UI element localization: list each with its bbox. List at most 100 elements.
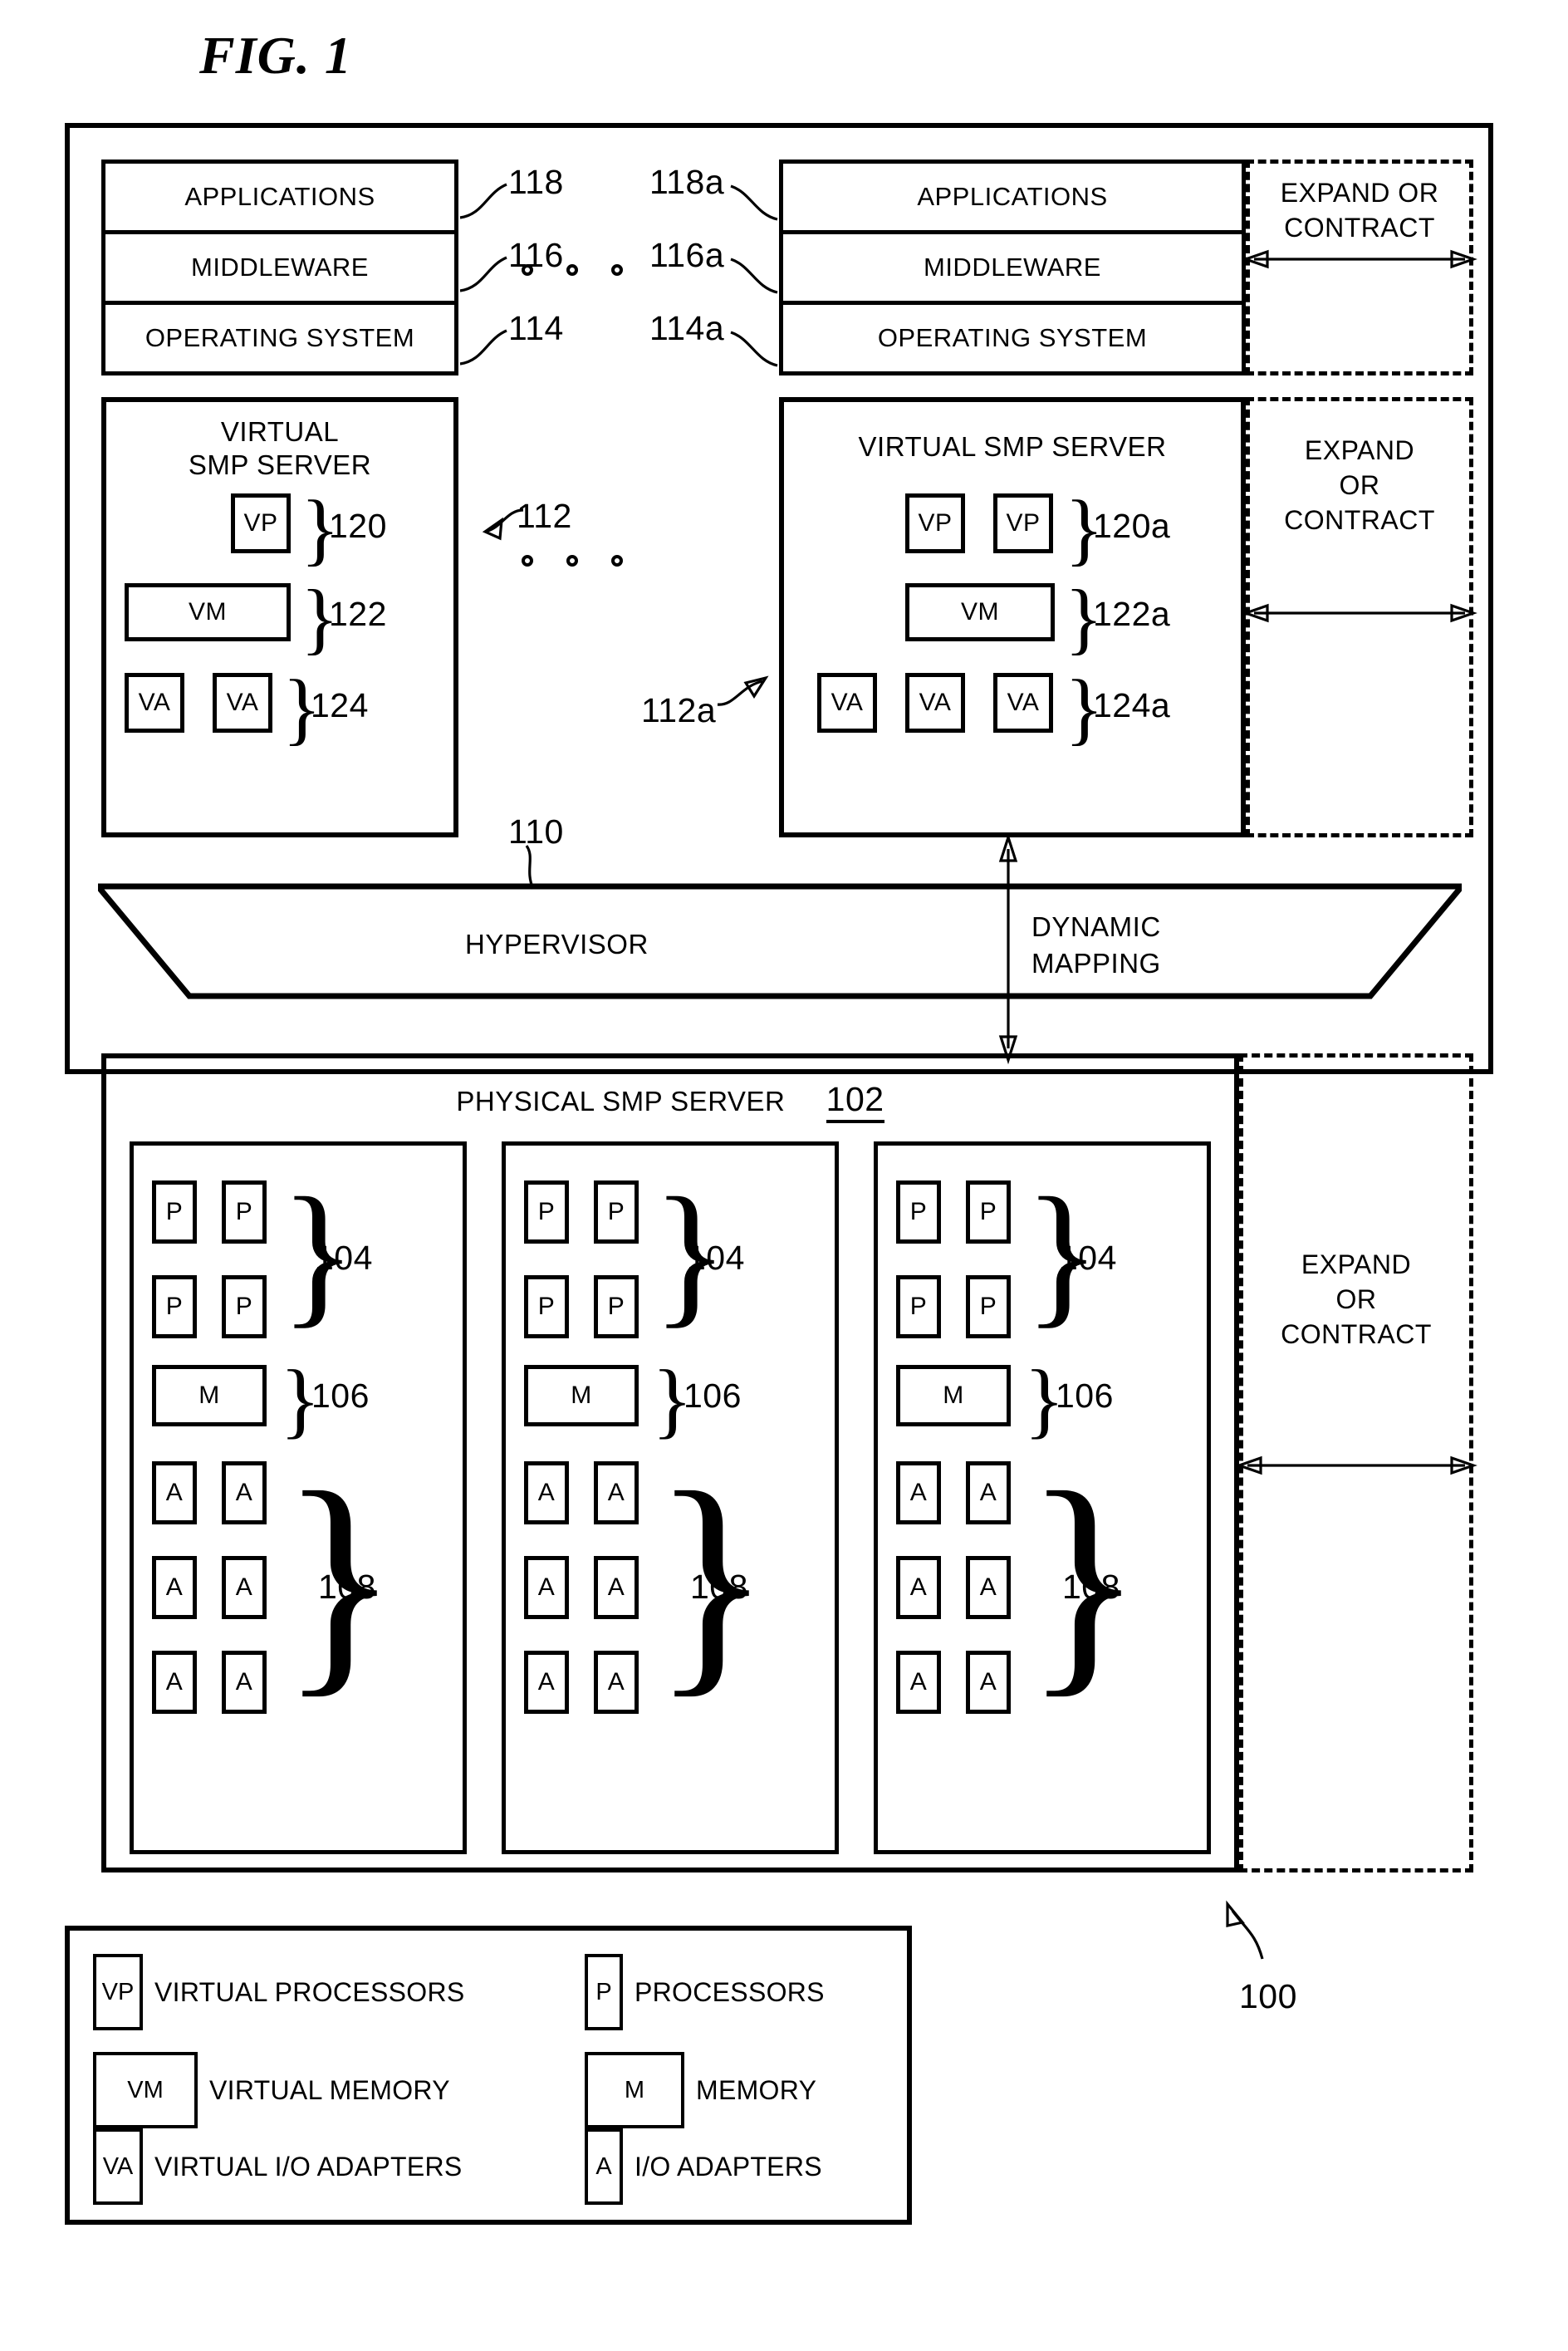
ref-118a: 118a <box>649 163 725 201</box>
figure-title: FIG. 1 <box>199 26 352 85</box>
dynamic-mapping-line2: MAPPING <box>1031 948 1161 979</box>
virtual-memory-chip: VM <box>905 583 1055 641</box>
adapter-chip: A <box>966 1461 1011 1524</box>
ellipsis-dots-virtual <box>522 555 623 567</box>
virtual-server-title-line2: SMP SERVER <box>188 449 372 480</box>
adapter-chip: A <box>152 1556 197 1619</box>
adapter-chip: A <box>594 1651 639 1714</box>
adapter-chip: A <box>524 1651 569 1714</box>
legend-entry: VP VIRTUAL PROCESSORS <box>93 1954 465 2030</box>
legend-box: VP VIRTUAL PROCESSORS P PROCESSORS VM VI… <box>65 1926 912 2225</box>
legend-symbol-vp: VP <box>93 1954 143 2030</box>
physical-server-title: PHYSICAL SMP SERVER <box>456 1086 786 1117</box>
processor-chip: P <box>966 1275 1011 1338</box>
leader-100 <box>1226 1900 1264 1960</box>
stack-row-middleware: MIDDLEWARE <box>105 234 454 305</box>
adapter-chip: A <box>152 1651 197 1714</box>
ref-110: 110 <box>508 812 564 851</box>
legend-label-processors: PROCESSORS <box>635 1976 825 2007</box>
legend-label-virtual-processors: VIRTUAL PROCESSORS <box>154 1976 465 2007</box>
processor-chip: P <box>222 1275 267 1338</box>
expand-contract-v-line1: EXPAND <box>1304 435 1415 465</box>
adapter-chip: A <box>896 1651 941 1714</box>
legend-symbol-m: M <box>585 2052 684 2128</box>
legend-entry: A I/O ADAPTERS <box>585 2128 822 2205</box>
ref-104: 104 <box>315 1239 373 1277</box>
expand-contract-panel-physical: EXPAND OR CONTRACT <box>1239 1053 1473 1872</box>
adapter-chip: A <box>896 1461 941 1524</box>
processor-chip: P <box>896 1275 941 1338</box>
virtual-processor-chip: VP <box>993 493 1053 553</box>
virtual-adapter-chip: VA <box>993 673 1053 733</box>
ref-106: 106 <box>684 1377 742 1415</box>
virtual-processor-chip: VP <box>231 493 291 553</box>
virtual-server-title-a: VIRTUAL SMP SERVER <box>858 431 1167 462</box>
legend-label-memory: MEMORY <box>696 2074 817 2105</box>
memory-chip: M <box>896 1365 1011 1426</box>
ref-104: 104 <box>687 1239 745 1277</box>
adapter-chip: A <box>152 1461 197 1524</box>
stack-row-operating-system: OPERATING SYSTEM <box>145 323 415 352</box>
legend-symbol-a: A <box>585 2128 623 2205</box>
processor-chip: P <box>966 1180 1011 1244</box>
ref-124: 124 <box>311 686 369 724</box>
expand-contract-panel-software: EXPAND OR CONTRACT <box>1246 160 1473 375</box>
software-stack-left: APPLICATIONS MIDDLEWARE OPERATING SYSTEM <box>101 160 458 375</box>
adapter-chip: A <box>524 1556 569 1619</box>
ref-106: 106 <box>1056 1377 1114 1415</box>
ref-120: 120 <box>329 507 387 545</box>
ref-106: 106 <box>311 1377 370 1415</box>
ref-124a: 124a <box>1093 686 1171 724</box>
adapter-chip: A <box>966 1651 1011 1714</box>
virtual-smp-server-left: VIRTUAL SMP SERVER VP } 120 VM } 122 VA … <box>101 397 458 837</box>
legend-symbol-vm: VM <box>93 2052 198 2128</box>
adapter-chip: A <box>222 1461 267 1524</box>
adapter-chip: A <box>594 1556 639 1619</box>
physical-smp-server: PHYSICAL SMP SERVER 102 P P P P } 104 M … <box>101 1053 1239 1872</box>
virtual-adapter-chip: VA <box>213 673 272 733</box>
memory-chip: M <box>524 1365 639 1426</box>
memory-chip: M <box>152 1365 267 1426</box>
processor-chip: P <box>524 1180 569 1244</box>
ref-114: 114 <box>508 309 564 347</box>
virtual-adapter-chip: VA <box>125 673 184 733</box>
virtual-processor-chip: VP <box>905 493 965 553</box>
processor-chip: P <box>594 1180 639 1244</box>
expand-contract-p-line3: CONTRACT <box>1281 1319 1432 1349</box>
expand-contract-line2: CONTRACT <box>1284 213 1435 243</box>
legend-entry: VM VIRTUAL MEMORY <box>93 2052 450 2128</box>
software-stack-right: APPLICATIONS MIDDLEWARE OPERATING SYSTEM <box>779 160 1246 375</box>
ref-112a: 112a <box>641 691 717 729</box>
ref-114a: 114a <box>649 309 725 347</box>
ellipsis-dots-software <box>522 264 623 276</box>
virtual-adapter-chip: VA <box>817 673 877 733</box>
physical-server-title-wrap: PHYSICAL SMP SERVER 102 <box>106 1080 1234 1123</box>
physical-column: P P P P } 104 M } 106 A A A A A A } 108 <box>130 1141 467 1854</box>
adapter-chip: A <box>966 1556 1011 1619</box>
expand-contract-v-line3: CONTRACT <box>1284 505 1435 535</box>
legend-label-virtual-io-adapters: VIRTUAL I/O ADAPTERS <box>154 2151 463 2182</box>
expand-contract-v-line2: OR <box>1339 470 1380 500</box>
adapter-chip: A <box>524 1461 569 1524</box>
legend-symbol-p: P <box>585 1954 623 2030</box>
dynamic-mapping-line1: DYNAMIC <box>1031 911 1161 942</box>
hypervisor-trapezoid <box>98 883 1462 999</box>
virtual-server-title-line1: VIRTUAL <box>220 416 340 447</box>
processor-chip: P <box>152 1275 197 1338</box>
physical-column: P P P P } 104 M } 106 A A A A A A } 108 <box>502 1141 839 1854</box>
processor-chip: P <box>152 1180 197 1244</box>
legend-symbol-va: VA <box>93 2128 143 2205</box>
stack-row-applications: APPLICATIONS <box>105 164 454 234</box>
ref-122a: 122a <box>1093 595 1171 633</box>
ref-112: 112 <box>517 497 572 535</box>
expand-contract-line1: EXPAND OR <box>1280 178 1439 208</box>
dynamic-mapping-label: DYNAMIC MAPPING <box>1031 909 1161 982</box>
processor-chip: P <box>896 1180 941 1244</box>
ref-116a: 116a <box>649 236 725 274</box>
ref-100: 100 <box>1239 1977 1297 2015</box>
expand-contract-p-line1: EXPAND <box>1301 1249 1412 1279</box>
adapter-chip: A <box>222 1651 267 1714</box>
stack-row-operating-system-a: OPERATING SYSTEM <box>877 323 1148 352</box>
legend-label-virtual-memory: VIRTUAL MEMORY <box>209 2074 450 2105</box>
virtual-adapter-chip: VA <box>905 673 965 733</box>
